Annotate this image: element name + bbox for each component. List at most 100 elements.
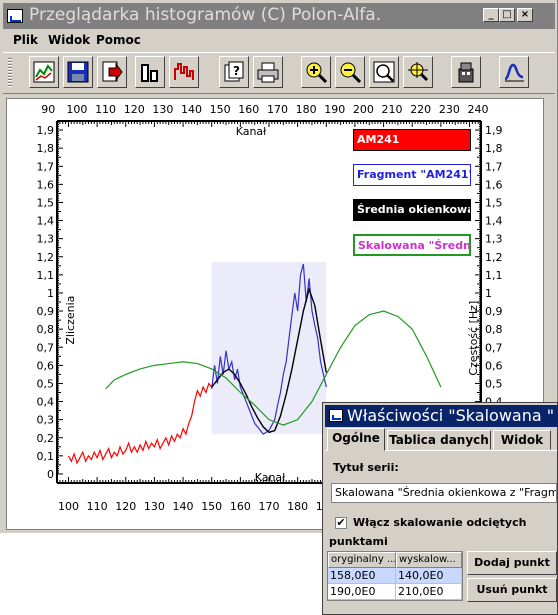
enable-scaling-label: Włącz skalowanie odciętych xyxy=(353,516,527,529)
dialog-title-bar[interactable]: Właściwości "Skalowana " xyxy=(325,405,558,427)
settings-icon[interactable] xyxy=(451,56,481,88)
y2-axis-title: Częstość [Hz] xyxy=(467,301,480,376)
x-top-tick-label: 140 xyxy=(181,103,202,116)
tab-widok[interactable]: Widok xyxy=(493,430,551,450)
y-tick-label: 1 xyxy=(47,287,54,300)
points-label: punktami xyxy=(329,535,388,548)
y-right-tick-label: 1,5 xyxy=(485,196,503,209)
table-cell[interactable]: 190,0E0 xyxy=(328,584,396,600)
maximize-button[interactable]: □ xyxy=(499,8,515,22)
x-top-tick-label: 210 xyxy=(382,103,403,116)
x-top-tick-label: 180 xyxy=(296,103,317,116)
zoom-in-icon[interactable] xyxy=(301,56,331,88)
y-tick-label: 1,5 xyxy=(37,196,55,209)
table-cell[interactable]: 210,0E0 xyxy=(396,584,462,600)
properties-dialog: Właściwości "Skalowana " Ogólne Tablica … xyxy=(322,402,558,615)
table-cell[interactable]: 158,0E0 xyxy=(328,568,396,584)
y-tick-label: 0,3 xyxy=(37,414,55,427)
y-right-tick-label: 0,9 xyxy=(485,305,503,318)
y-tick-label: 0,6 xyxy=(37,359,55,372)
series-line-0 xyxy=(67,382,213,465)
menu-widok[interactable]: Widok xyxy=(48,33,90,47)
x-top-tick-label: 190 xyxy=(324,103,345,116)
x-top-tick-label: 120 xyxy=(124,103,145,116)
y-tick-label: 1,7 xyxy=(37,160,55,173)
series-title-input[interactable]: Skalowana "Średnia okienkowa z "Fragm xyxy=(331,483,557,503)
x-top-tick-label: 170 xyxy=(267,103,288,116)
y-tick-label: 1,6 xyxy=(37,178,55,191)
x-axis-title-top: Kanał xyxy=(236,125,267,138)
app-icon xyxy=(7,9,23,23)
x-bottom-tick-label: 160 xyxy=(230,500,251,513)
remove-point-button[interactable]: Usuń punkt xyxy=(467,578,557,602)
series-title-label: Tytuł serii: xyxy=(333,461,399,474)
x-top-tick-label: 160 xyxy=(238,103,259,116)
y-right-tick-label: 1 xyxy=(485,287,492,300)
table-header-original[interactable]: oryginalny ... xyxy=(328,552,396,568)
x-top-tick-label: 200 xyxy=(353,103,374,116)
x-bottom-tick-label: 130 xyxy=(144,500,165,513)
y-right-tick-label: 0,5 xyxy=(485,377,503,390)
close-button[interactable]: × xyxy=(517,8,533,22)
help-icon[interactable]: ? xyxy=(219,56,249,88)
export-icon[interactable] xyxy=(97,56,127,88)
x-bottom-tick-label: 140 xyxy=(173,500,194,513)
title-bar[interactable]: Przeglądarka histogramów (C) Polon-Alfa.… xyxy=(3,3,555,29)
table-header-scaled[interactable]: wyskalow... xyxy=(396,552,462,568)
chart-icon[interactable] xyxy=(29,56,59,88)
save-icon[interactable] xyxy=(63,56,93,88)
x-axis-title-bottom: Kanał xyxy=(255,471,286,484)
y-axis-title: Zliczenia xyxy=(64,296,77,345)
toolbar-grip[interactable] xyxy=(8,58,12,88)
histogram-icon[interactable] xyxy=(169,56,199,88)
legend-entry[interactable]: AM241 xyxy=(353,129,471,151)
points-table[interactable]: oryginalny ... wyskalow... 158,0E0 140,0… xyxy=(327,551,463,601)
curve-icon[interactable] xyxy=(499,56,529,88)
tab-tablica-danych[interactable]: Tablica danych xyxy=(387,430,491,450)
y-right-tick-label: 1,2 xyxy=(485,251,503,264)
y-right-tick-label: 1,8 xyxy=(485,142,503,155)
menu-plik[interactable]: Plik xyxy=(13,33,38,47)
y-right-tick-label: 1,6 xyxy=(485,178,503,191)
print-icon[interactable] xyxy=(253,56,283,88)
y-tick-label: 0,9 xyxy=(37,305,55,318)
dialog-title: Właściwości "Skalowana " xyxy=(347,406,555,425)
legend-entry[interactable]: Średnia okienkowa xyxy=(353,199,471,221)
x-bottom-tick-label: 120 xyxy=(115,500,136,513)
y-tick-label: 0,7 xyxy=(37,341,55,354)
x-top-tick-label: 130 xyxy=(152,103,173,116)
menu-pomoc[interactable]: Pomoc xyxy=(96,33,141,47)
y-tick-label: 1,4 xyxy=(37,215,55,228)
y-tick-label: 1,1 xyxy=(37,269,55,282)
x-bottom-tick-label: 180 xyxy=(287,500,308,513)
bar-chart-icon[interactable] xyxy=(135,56,165,88)
x-top-tick-label: 230 xyxy=(439,103,460,116)
y-right-tick-label: 1,9 xyxy=(485,124,503,137)
y-tick-label: 1,8 xyxy=(37,142,55,155)
x-top-tick-label: 220 xyxy=(410,103,431,116)
tab-ogolne[interactable]: Ogólne xyxy=(327,428,385,451)
add-point-button[interactable]: Dodaj punkt xyxy=(467,551,557,575)
y-right-tick-label: 0,7 xyxy=(485,341,503,354)
minimize-button[interactable]: _ xyxy=(483,8,499,22)
toolbar: ? xyxy=(3,52,555,94)
y-tick-label: 0,5 xyxy=(37,377,55,390)
y-tick-label: 0,1 xyxy=(37,450,55,463)
legend-entry[interactable]: Skalowana "Średnia okienkowa z "Fragment… xyxy=(353,234,471,256)
y-tick-label: 1,2 xyxy=(37,251,55,264)
y-right-tick-label: 1,1 xyxy=(485,269,503,282)
y-tick-label: 1,3 xyxy=(37,233,55,246)
x-top-tick-label: 110 xyxy=(95,103,116,116)
legend-entry[interactable]: Fragment "AM241" xyxy=(353,164,471,186)
zoom-out-icon[interactable] xyxy=(335,56,365,88)
table-cell[interactable]: 140,0E0 xyxy=(396,568,462,584)
svg-text:?: ? xyxy=(233,64,240,78)
enable-scaling-checkbox[interactable]: ✔ xyxy=(335,517,347,529)
zoom-reset-icon[interactable] xyxy=(403,56,433,88)
zoom-fit-icon[interactable] xyxy=(369,56,399,88)
y-tick-label: 0,4 xyxy=(37,396,55,409)
y-tick-label: 0,8 xyxy=(37,323,55,336)
y-right-tick-label: 1,3 xyxy=(485,233,503,246)
y-right-tick-label: 1,4 xyxy=(485,215,503,228)
y-right-tick-label: 0,8 xyxy=(485,323,503,336)
